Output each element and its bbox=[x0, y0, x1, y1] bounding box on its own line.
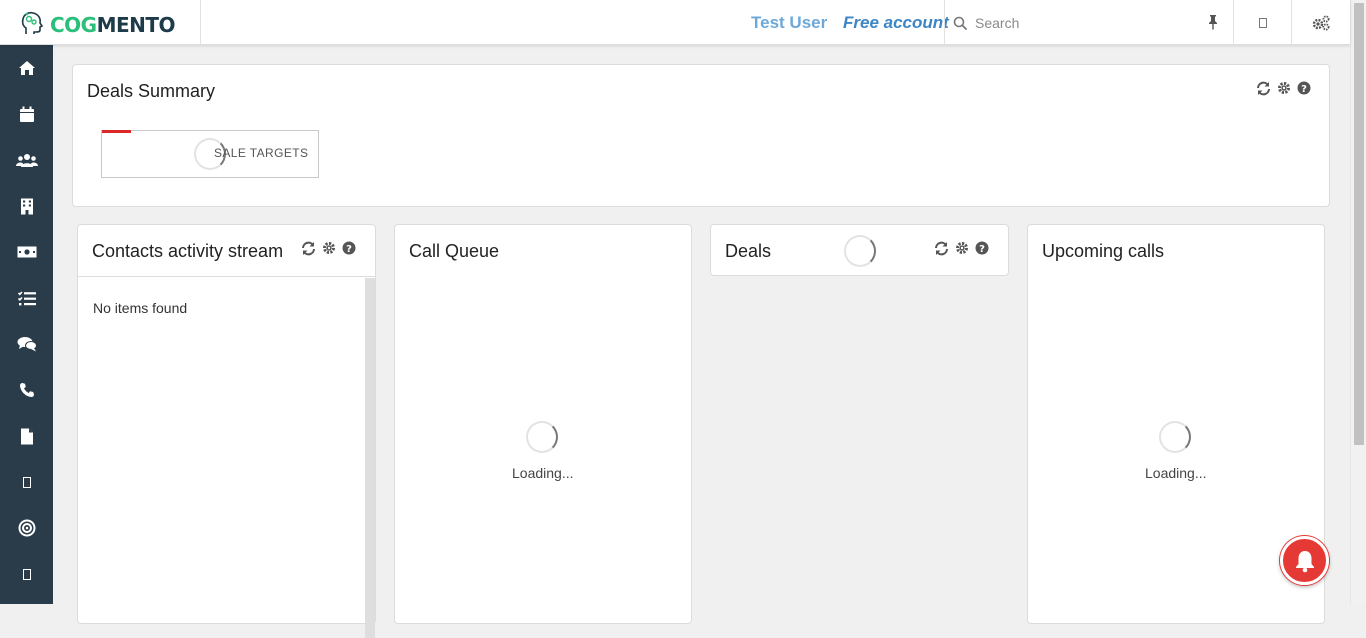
sale-targets-tile[interactable]: SALE TARGETS bbox=[101, 130, 319, 178]
top-header: COGMENTO Test User Free account bbox=[0, 0, 1350, 45]
building-icon bbox=[20, 198, 33, 214]
settings-button[interactable] bbox=[1291, 0, 1350, 45]
pin-icon[interactable] bbox=[1205, 14, 1221, 35]
settings-icon bbox=[1312, 15, 1330, 30]
loading-spinner bbox=[844, 235, 876, 267]
sidebar-item-calendar[interactable] bbox=[0, 91, 53, 137]
box-icon bbox=[1258, 17, 1267, 28]
svg-text:?: ? bbox=[979, 244, 985, 255]
logo-text-mento: MENTO bbox=[96, 12, 176, 37]
calendar-icon bbox=[19, 106, 34, 122]
document-icon bbox=[20, 428, 33, 444]
contacts-activity-card: Contacts activity stream ? No items foun… bbox=[77, 224, 376, 638]
deals-summary-card: Deals Summary ? SALE TARGETS bbox=[72, 64, 1330, 207]
sidebar-item-tasks[interactable] bbox=[0, 275, 53, 321]
gear-icon[interactable] bbox=[955, 241, 969, 255]
contacts-activity-list: No items found bbox=[78, 278, 365, 638]
contacts-activity-title: Contacts activity stream bbox=[92, 241, 284, 261]
sidebar-item-cases[interactable] bbox=[0, 321, 53, 367]
sale-targets-accent bbox=[102, 130, 131, 133]
sidebar-item-deals[interactable] bbox=[0, 229, 53, 275]
loading-spinner bbox=[1159, 421, 1191, 453]
loading-text: Loading... bbox=[1145, 465, 1207, 481]
gear-icon[interactable] bbox=[1277, 81, 1291, 95]
call-queue-title: Call Queue bbox=[409, 241, 500, 261]
sidebar-item-companies[interactable] bbox=[0, 183, 53, 229]
sidebar-item-box-2[interactable] bbox=[0, 551, 53, 597]
search-icon[interactable] bbox=[945, 16, 975, 30]
help-icon[interactable]: ? bbox=[1297, 81, 1311, 95]
contacts-activity-header: Contacts activity stream ? bbox=[78, 225, 375, 277]
page-scrollbar-thumb[interactable] bbox=[1354, 3, 1364, 445]
box-icon bbox=[22, 568, 31, 580]
refresh-icon[interactable] bbox=[934, 241, 949, 256]
user-name[interactable]: Test User bbox=[751, 13, 827, 33]
sidebar-item-box-1[interactable] bbox=[0, 459, 53, 505]
logo-text: COGMENTO bbox=[50, 12, 176, 37]
money-icon bbox=[17, 246, 36, 258]
bell-icon bbox=[1295, 550, 1314, 572]
box-icon bbox=[22, 476, 31, 488]
logo-head-icon bbox=[21, 11, 44, 34]
upcoming-calls-title: Upcoming calls bbox=[1042, 241, 1165, 261]
main-sidebar bbox=[0, 45, 53, 604]
users-icon bbox=[15, 153, 38, 167]
tasks-icon bbox=[17, 290, 36, 305]
target-icon bbox=[18, 519, 35, 537]
chat-icon bbox=[17, 337, 37, 352]
logo[interactable]: COGMENTO bbox=[0, 0, 201, 45]
sidebar-item-calls[interactable] bbox=[0, 367, 53, 413]
refresh-icon[interactable] bbox=[1256, 81, 1271, 96]
sale-targets-label: SALE TARGETS bbox=[214, 146, 309, 160]
svg-text:?: ? bbox=[1301, 84, 1307, 95]
sidebar-item-documents[interactable] bbox=[0, 413, 53, 459]
deals-tools: ? bbox=[934, 241, 989, 256]
account-type-link[interactable]: Free account bbox=[843, 13, 949, 33]
deals-summary-title: Deals Summary bbox=[87, 81, 216, 101]
sidebar-item-home[interactable] bbox=[0, 45, 53, 91]
sidebar-item-campaigns[interactable] bbox=[0, 505, 53, 551]
refresh-icon[interactable] bbox=[301, 241, 316, 256]
help-icon[interactable]: ? bbox=[342, 241, 356, 255]
loading-text: Loading... bbox=[512, 465, 574, 481]
notification-button[interactable] bbox=[1280, 536, 1329, 585]
help-icon[interactable]: ? bbox=[975, 241, 989, 255]
phone-icon bbox=[19, 383, 34, 397]
svg-text:?: ? bbox=[346, 244, 352, 255]
deals-title: Deals bbox=[725, 241, 772, 261]
contacts-activity-tools: ? bbox=[301, 241, 356, 256]
gear-icon[interactable] bbox=[322, 241, 336, 255]
call-queue-card: Call Queue Loading... bbox=[394, 224, 692, 624]
logo-text-cog: COG bbox=[50, 12, 97, 37]
empty-state-text: No items found bbox=[93, 300, 188, 316]
search-bar bbox=[944, 0, 1234, 45]
loading-spinner bbox=[526, 421, 558, 453]
deals-card: Deals ? bbox=[710, 224, 1009, 276]
header-box-button[interactable] bbox=[1233, 0, 1291, 45]
search-input[interactable] bbox=[975, 14, 1195, 31]
sidebar-item-contacts[interactable] bbox=[0, 137, 53, 183]
page-scrollbar[interactable] bbox=[1350, 0, 1366, 604]
contacts-activity-scrollbar[interactable] bbox=[365, 278, 375, 638]
deals-summary-tools: ? bbox=[1256, 81, 1311, 96]
home-icon bbox=[18, 61, 35, 75]
